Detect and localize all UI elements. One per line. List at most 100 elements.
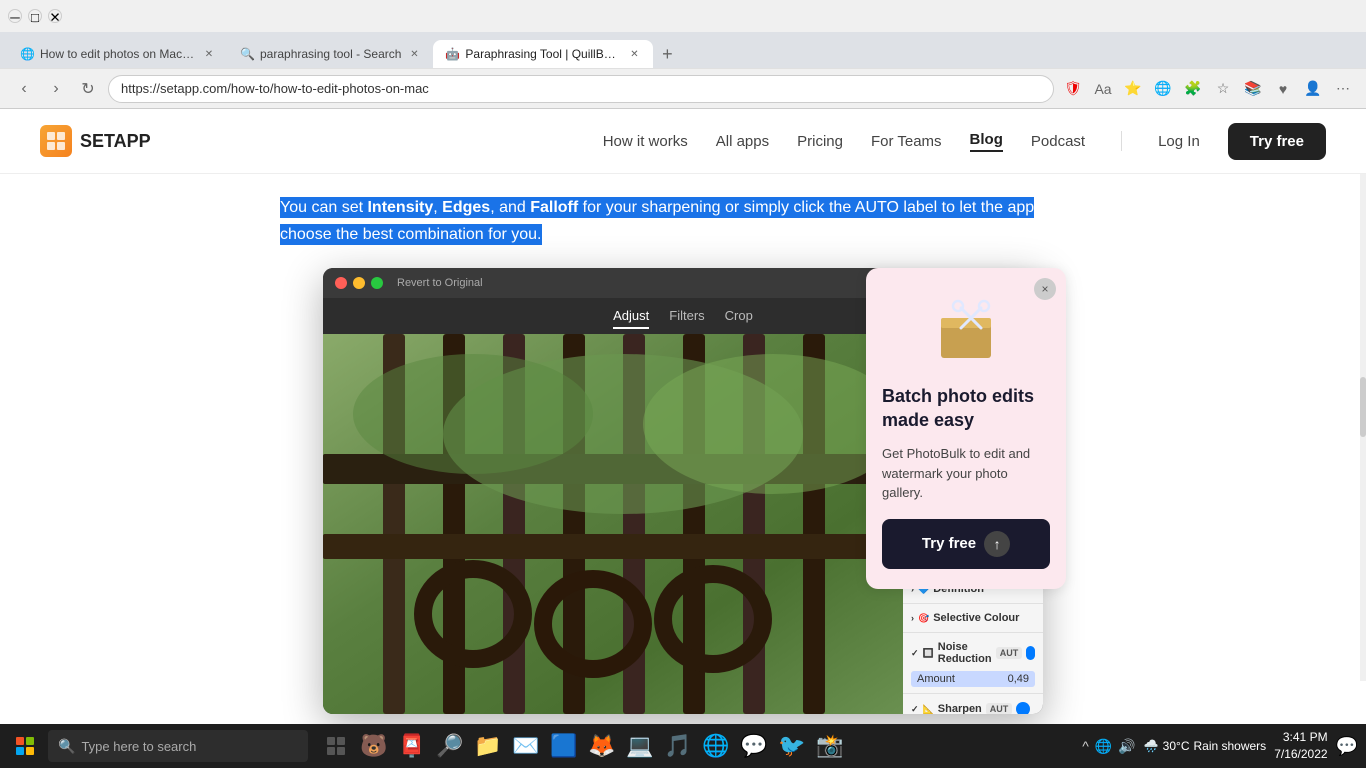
ad-try-free-button[interactable]: Try free ↑ (882, 519, 1050, 569)
start-cell-3 (16, 747, 24, 755)
highlight-intensity: Intensity (367, 199, 433, 216)
scrollbar-track (1360, 174, 1366, 681)
tab-3-title: Paraphrasing Tool | QuillBot AI (465, 47, 621, 61)
taskbar-icon-spotify[interactable]: 🎵 (660, 728, 696, 764)
tab-1-close[interactable]: ✕ (202, 47, 216, 61)
more-icon[interactable]: ⋯ (1332, 78, 1354, 100)
sharpen-auto-badge: AUT (986, 703, 1013, 714)
extensions-icon[interactable]: 🧩 (1182, 78, 1204, 100)
noise-amount-row: Amount 0,49 (911, 671, 1035, 687)
mac-tab-crop[interactable]: Crop (725, 304, 753, 329)
health-icon[interactable]: ♥ (1272, 78, 1294, 100)
nav-divider (1121, 131, 1122, 151)
taskbar-icon-app3[interactable]: 📸 (812, 728, 848, 764)
taskbar-search[interactable]: 🔍 Type here to search (48, 730, 308, 762)
new-tab-button[interactable]: + (653, 40, 681, 68)
taskbar-chevron-icon[interactable]: ^ (1082, 738, 1089, 754)
taskbar-time: 3:41 PM (1274, 729, 1327, 746)
refresh-button[interactable]: ↻ (76, 77, 100, 101)
taskbar-icon-mail[interactable]: ✉️ (508, 728, 544, 764)
tab-2[interactable]: 🔍 paraphrasing tool - Search ✕ (228, 40, 433, 68)
browser-icons: 🛡 Aa ⭐ 🌐 🧩 ☆ 📚 ♥ 👤 ⋯ (1062, 78, 1354, 100)
start-icon (16, 737, 34, 755)
tab-2-title: paraphrasing tool - Search (260, 47, 401, 61)
tab-3-favicon: 🤖 (445, 47, 459, 61)
taskbar-right: ^ 🌐 🔊 🌧️ 30°C Rain showers 3:41 PM 7/16/… (1082, 729, 1358, 763)
noise-auto-badge: AUT (996, 647, 1023, 659)
mac-tab-adjust[interactable]: Adjust (613, 304, 649, 329)
login-button[interactable]: Log In (1158, 133, 1200, 150)
nav-podcast[interactable]: Podcast (1031, 133, 1085, 150)
collections-icon[interactable]: 📚 (1242, 78, 1264, 100)
ad-arrow-icon: ↑ (984, 531, 1010, 557)
mac-tab-filters[interactable]: Filters (669, 304, 704, 329)
nav-how-it-works[interactable]: How it works (603, 133, 688, 150)
profile-icon[interactable]: 👤 (1302, 78, 1324, 100)
taskbar-icon-widgets[interactable] (318, 728, 354, 764)
mac-minimize-dot[interactable] (353, 277, 365, 289)
start-cell-2 (26, 737, 34, 745)
scrollbar-thumb[interactable] (1360, 377, 1366, 437)
start-button[interactable] (8, 729, 42, 763)
mac-toolbar-tabs: Adjust Filters Crop (613, 304, 753, 329)
tab-1[interactable]: 🌐 How to edit photos on Mac 202... ✕ (8, 40, 228, 68)
favorites-bar-icon[interactable]: ☆ (1212, 78, 1234, 100)
edge-icon[interactable]: 🌐 (1152, 78, 1174, 100)
section-sharpen-header: ✓ 📐 Sharpen AUT (903, 698, 1043, 714)
taskbar-icon-store[interactable]: 🟦 (546, 728, 582, 764)
noise-amount-value: 0,49 (1008, 673, 1029, 685)
start-cell-1 (16, 737, 24, 745)
tab-2-close[interactable]: ✕ (407, 47, 421, 61)
mac-maximize-dot[interactable] (371, 277, 383, 289)
address-input[interactable] (108, 75, 1054, 103)
nav-links: How it works All apps Pricing For Teams … (603, 123, 1326, 160)
section-sharpen-label: Sharpen (938, 703, 982, 714)
tab-3-close[interactable]: ✕ (627, 47, 641, 61)
taskbar-icon-msg[interactable]: 💬 (736, 728, 772, 764)
ad-close-button[interactable]: × (1034, 278, 1056, 300)
taskbar-icon-edge[interactable]: 🦊 (584, 728, 620, 764)
maximize-button[interactable]: □ (28, 9, 42, 23)
noise-toggle[interactable] (1026, 646, 1035, 660)
browser-chrome: ─ □ ✕ 🌐 How to edit photos on Mac 202...… (0, 0, 1366, 109)
nav-pricing[interactable]: Pricing (797, 133, 843, 150)
close-button[interactable]: ✕ (48, 9, 62, 23)
favorites-icon[interactable]: ⭐ (1122, 78, 1144, 100)
taskbar-icon-files[interactable]: 📁 (470, 728, 506, 764)
highlight-comma1: , (433, 199, 442, 216)
tab-3[interactable]: 🤖 Paraphrasing Tool | QuillBot AI ✕ (433, 40, 653, 68)
tabs-bar: 🌐 How to edit photos on Mac 202... ✕ 🔍 p… (0, 32, 1366, 68)
setapp-logo[interactable]: SETAPP (40, 125, 151, 157)
taskbar-sound-icon[interactable]: 🔊 (1118, 738, 1135, 755)
reader-mode-icon[interactable]: Aa (1092, 78, 1114, 100)
extension-icon-1[interactable]: 🛡 (1062, 78, 1084, 100)
photobulk-icon (926, 288, 1006, 368)
ad-sidebar: × Batch photo edits made easy (866, 268, 1066, 588)
taskbar-icon-search2[interactable]: 🔎 (432, 728, 468, 764)
forward-button[interactable]: › (44, 77, 68, 101)
sharpen-toggle[interactable] (1016, 702, 1030, 714)
nav-all-apps[interactable]: All apps (716, 133, 769, 150)
try-free-button[interactable]: Try free (1228, 123, 1326, 160)
taskbar-notification-icon[interactable]: 💬 (1336, 736, 1358, 757)
taskbar-icon-twitter[interactable]: 🐦 (774, 728, 810, 764)
highlight-and: , and (490, 199, 530, 216)
minimize-button[interactable]: ─ (8, 9, 22, 23)
taskbar-network-icon[interactable]: 🌐 (1095, 738, 1112, 755)
panel-section-sharpen: ✓ 📐 Sharpen AUT Intensity 0,15 (903, 694, 1043, 714)
ad-try-label: Try free (922, 535, 976, 552)
taskbar-datetime[interactable]: 3:41 PM 7/16/2022 (1274, 729, 1327, 763)
mac-photo-area (323, 334, 903, 714)
nav-blog[interactable]: Blog (970, 131, 1003, 152)
taskbar-icon-chrome[interactable]: 🌐 (698, 728, 734, 764)
taskbar-weather[interactable]: 🌧️ 30°C Rain showers (1144, 739, 1266, 753)
taskbar-search-placeholder: Type here to search (81, 739, 196, 754)
window-controls: ─ □ ✕ (8, 9, 62, 23)
taskbar-icon-word[interactable]: 💻 (622, 728, 658, 764)
nav-for-teams[interactable]: For Teams (871, 133, 942, 150)
back-button[interactable]: ‹ (12, 77, 36, 101)
taskbar-icon-app2[interactable]: 📮 (394, 728, 430, 764)
logo-icon (40, 125, 72, 157)
mac-close-dot[interactable] (335, 277, 347, 289)
taskbar-icon-app1[interactable]: 🐻 (356, 728, 392, 764)
